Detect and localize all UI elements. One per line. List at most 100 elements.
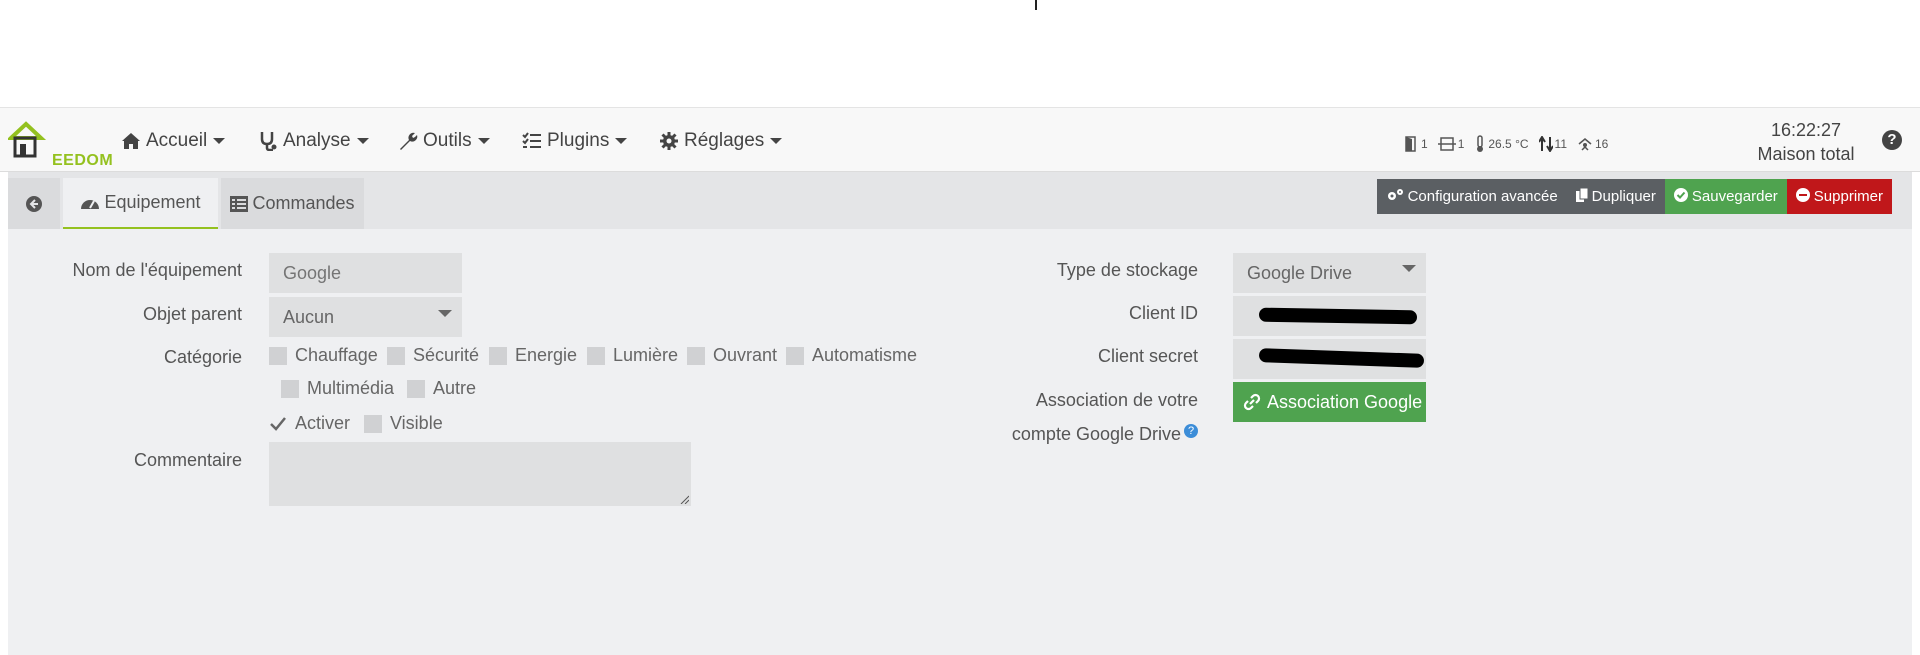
summary-door-value: 1 xyxy=(1421,137,1428,151)
check-icon[interactable] xyxy=(269,415,287,433)
client-secret-input[interactable] xyxy=(1233,339,1426,379)
minus-circle-icon xyxy=(1795,187,1810,206)
chevron-down-icon xyxy=(477,138,490,144)
client-id-input[interactable] xyxy=(1233,296,1426,336)
advanced-config-button[interactable]: Configuration avancée xyxy=(1376,179,1567,214)
check-circle-icon xyxy=(1673,187,1688,206)
category-ouvrant[interactable]: Ouvrant xyxy=(687,345,777,366)
summary-temperature[interactable]: 26.5 °C xyxy=(1474,135,1529,153)
summary-shutters[interactable]: 11 xyxy=(1538,136,1567,152)
summary-window[interactable]: 1 xyxy=(1437,136,1464,152)
window-icon xyxy=(1437,137,1456,151)
category-autre[interactable]: Autre xyxy=(407,378,476,399)
client-id-label: Client ID xyxy=(1128,303,1198,323)
category-energie[interactable]: Energie xyxy=(489,345,577,366)
checkbox[interactable] xyxy=(587,346,605,365)
association-google-drive-button[interactable]: Association Google Drive xyxy=(1233,382,1426,422)
redaction-mark xyxy=(1258,307,1418,325)
storage-select-value: Google Drive xyxy=(1247,262,1353,283)
category-lumiere-label: Lumière xyxy=(613,345,679,365)
category-securite[interactable]: Sécurité xyxy=(387,345,479,366)
gear-icon xyxy=(658,131,680,151)
house-logo-icon xyxy=(5,121,47,158)
category-lumiere[interactable]: Lumière xyxy=(587,345,678,366)
logo-text: EEDOM xyxy=(52,152,114,169)
checkbox[interactable] xyxy=(687,346,705,365)
resize-handle-icon[interactable] xyxy=(679,494,689,504)
global-summary: 1 1 26.5 °C 11 16 xyxy=(1405,135,1608,153)
activate-label: Activer xyxy=(295,413,351,433)
category-automatisme[interactable]: Automatisme xyxy=(786,345,917,366)
checkbox[interactable] xyxy=(786,346,804,365)
storage-label: Type de stockage xyxy=(1056,260,1198,280)
assoc-label-line1: Association de votre xyxy=(1035,390,1198,410)
delete-button[interactable]: Supprimer xyxy=(1786,179,1892,214)
activate-checkbox[interactable]: Activer xyxy=(269,413,350,434)
current-object[interactable]: Maison total xyxy=(1750,142,1862,166)
action-buttons: Configuration avancée Dupliquer Sauvegar… xyxy=(1376,179,1892,214)
tab-commandes[interactable]: Commandes xyxy=(221,178,364,229)
comment-textarea[interactable] xyxy=(269,442,691,506)
door-icon xyxy=(1405,136,1416,152)
category-multimedia[interactable]: Multimédia xyxy=(281,378,394,399)
save-label: Sauvegarder xyxy=(1691,188,1778,205)
redaction-mark xyxy=(1258,348,1425,368)
duplicate-button[interactable]: Dupliquer xyxy=(1566,179,1665,214)
tab-equipement[interactable]: Equipement xyxy=(63,178,218,229)
advanced-config-label: Configuration avancée xyxy=(1407,188,1558,205)
stethoscope-icon xyxy=(257,131,279,151)
client-secret-label: Client secret xyxy=(1097,346,1198,366)
summary-motion-value: 16 xyxy=(1595,137,1609,151)
clock-time: 16:22:27 xyxy=(1770,120,1842,140)
nav-plugins-label: Plugins xyxy=(547,130,610,151)
navbar: EEDOM Accueil Analyse Outils Plugins Rég… xyxy=(0,107,1920,172)
back-button[interactable] xyxy=(8,178,60,229)
chevron-down-icon xyxy=(356,138,369,144)
nav-outils-label: Outils xyxy=(423,130,472,151)
category-ouvrant-label: Ouvrant xyxy=(713,345,778,365)
checkbox[interactable] xyxy=(407,379,425,398)
name-input[interactable] xyxy=(269,253,462,293)
nav-outils[interactable]: Outils xyxy=(397,129,490,153)
nav-analyse-label: Analyse xyxy=(283,130,351,151)
delete-label: Supprimer xyxy=(1813,188,1883,205)
category-chauffage[interactable]: Chauffage xyxy=(269,345,378,366)
assoc-label-line2: compte Google Drive? xyxy=(948,424,1198,445)
nav-accueil[interactable]: Accueil xyxy=(120,129,226,153)
checkbox[interactable] xyxy=(281,379,299,398)
parent-label: Objet parent xyxy=(142,304,242,324)
checkbox[interactable] xyxy=(364,414,382,433)
nav-accueil-label: Accueil xyxy=(146,130,208,151)
tab-equipement-label: Equipement xyxy=(104,192,201,212)
summary-motion[interactable]: 16 xyxy=(1577,137,1608,151)
summary-door[interactable]: 1 xyxy=(1405,136,1428,152)
content-area: Equipement Commandes Configuration avanc… xyxy=(8,172,1912,655)
comment-label: Commentaire xyxy=(133,450,242,470)
visible-label: Visible xyxy=(390,413,443,433)
chevron-down-icon xyxy=(213,138,226,144)
save-button[interactable]: Sauvegarder xyxy=(1664,179,1787,214)
storage-select[interactable]: Google Drive xyxy=(1233,253,1426,293)
question-circle-icon[interactable]: ? xyxy=(1184,424,1198,438)
tab-commandes-label: Commandes xyxy=(252,193,355,213)
motion-icon xyxy=(1578,138,1592,151)
visible-checkbox[interactable]: Visible xyxy=(364,413,443,434)
gears-icon xyxy=(1386,188,1404,206)
parent-select[interactable]: Aucun xyxy=(269,297,462,337)
nav-plugins[interactable]: Plugins xyxy=(521,129,628,153)
chevron-down-icon xyxy=(615,138,628,144)
category-securite-label: Sécurité xyxy=(413,345,480,365)
nav-analyse[interactable]: Analyse xyxy=(257,129,369,153)
checkbox[interactable] xyxy=(387,346,405,365)
assoc-label-line2-text: compte Google Drive xyxy=(1011,424,1181,444)
checkbox[interactable] xyxy=(489,346,507,365)
summary-temperature-value: 26.5 °C xyxy=(1488,137,1529,151)
jeedom-logo[interactable]: EEDOM xyxy=(5,118,113,169)
name-label: Nom de l'équipement xyxy=(72,260,242,280)
text-cursor xyxy=(1035,0,1037,10)
help-icon[interactable]: ? xyxy=(1882,130,1902,150)
category-energie-label: Energie xyxy=(515,345,578,365)
checkbox[interactable] xyxy=(269,346,287,365)
nav-reglages[interactable]: Réglages xyxy=(658,129,783,153)
tasks-icon xyxy=(521,131,543,151)
